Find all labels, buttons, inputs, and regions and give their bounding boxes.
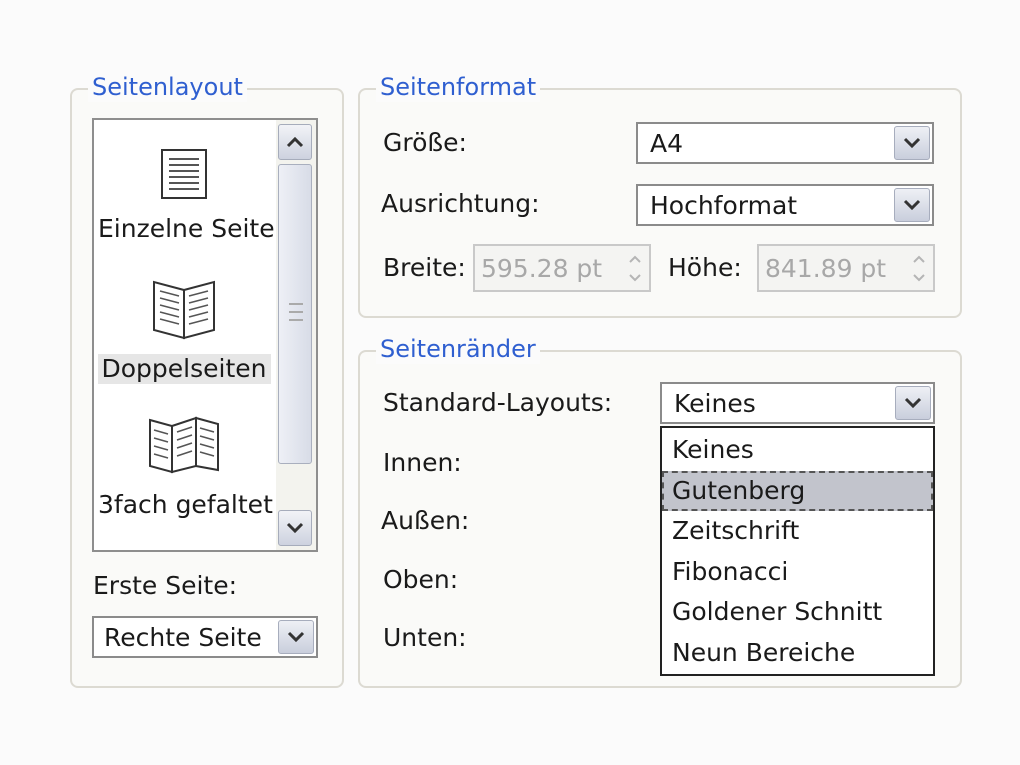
preset-option[interactable]: Zeitschrift xyxy=(662,511,933,551)
orientation-value: Hochformat xyxy=(650,191,798,220)
preset-option[interactable]: Keines xyxy=(662,430,933,470)
first-page-dropdown-button[interactable] xyxy=(278,620,314,654)
spin-down-icon[interactable] xyxy=(913,273,925,282)
orientation-select[interactable]: Hochformat xyxy=(636,184,934,226)
chevron-down-icon xyxy=(286,522,304,534)
inner-margin-label: Innen: xyxy=(383,448,462,477)
spin-up-icon[interactable] xyxy=(913,255,925,263)
chevron-down-icon xyxy=(903,199,921,211)
width-spinbox[interactable]: 595.28 pt xyxy=(473,244,651,292)
spin-up-icon[interactable] xyxy=(629,255,641,263)
layout-item-label: Einzelne Seite xyxy=(98,214,275,243)
page-layout-list[interactable]: Einzelne Seite Doppelseiten 3fach gefalt… xyxy=(92,118,318,552)
chevron-up-icon xyxy=(286,136,304,148)
page-layout-legend: Seitenlayout xyxy=(88,72,247,102)
preset-option-highlighted[interactable]: Gutenberg xyxy=(662,471,933,511)
width-value: 595.28 pt xyxy=(481,254,603,283)
bottom-margin-label: Unten: xyxy=(383,623,467,652)
preset-option[interactable]: Goldener Schnitt xyxy=(662,592,933,632)
chevron-down-icon xyxy=(904,397,922,409)
tri-fold-icon xyxy=(149,416,219,474)
page-format-legend: Seitenformat xyxy=(376,72,541,102)
preset-option[interactable]: Fibonacci xyxy=(662,552,933,592)
preset-select[interactable]: Keines xyxy=(660,382,935,424)
width-label: Breite: xyxy=(383,253,466,282)
chevron-down-icon xyxy=(287,631,305,643)
first-page-label: Erste Seite: xyxy=(93,571,238,600)
double-page-icon xyxy=(153,280,215,340)
height-label: Höhe: xyxy=(668,253,742,282)
margins-legend: Seitenränder xyxy=(376,334,540,364)
layout-item-single[interactable]: Einzelne Seite xyxy=(94,148,275,244)
preset-label: Standard-Layouts: xyxy=(383,388,613,417)
single-page-icon xyxy=(161,149,207,199)
layout-item-double[interactable]: Doppelseiten xyxy=(94,278,274,384)
top-margin-label: Oben: xyxy=(383,565,459,594)
first-page-select[interactable]: Rechte Seite xyxy=(92,616,318,658)
height-value: 841.89 pt xyxy=(765,254,887,283)
scroll-down-button[interactable] xyxy=(278,510,312,546)
first-page-value: Rechte Seite xyxy=(104,623,262,652)
size-label: Größe: xyxy=(383,128,467,157)
layout-list-scrollbar[interactable] xyxy=(276,120,316,550)
scroll-thumb[interactable] xyxy=(278,164,312,464)
chevron-down-icon xyxy=(903,137,921,149)
layout-item-label: 3fach gefaltet xyxy=(98,490,273,519)
orientation-dropdown-button[interactable] xyxy=(894,188,930,222)
orientation-label: Ausrichtung: xyxy=(381,189,540,218)
preset-dropdown-button[interactable] xyxy=(895,386,931,420)
layout-item-label: Doppelseiten xyxy=(97,354,271,384)
grip-icon xyxy=(289,303,303,321)
scroll-up-button[interactable] xyxy=(278,124,312,160)
preset-option[interactable]: Neun Bereiche xyxy=(662,633,933,673)
size-value: A4 xyxy=(650,129,684,158)
preset-dropdown-list: Keines Gutenberg Zeitschrift Fibonacci G… xyxy=(660,426,935,676)
preset-value: Keines xyxy=(674,389,756,418)
layout-item-trifold[interactable]: 3fach gefaltet xyxy=(94,414,274,520)
size-dropdown-button[interactable] xyxy=(894,126,930,160)
size-select[interactable]: A4 xyxy=(636,122,934,164)
spin-down-icon[interactable] xyxy=(629,273,641,282)
outer-margin-label: Außen: xyxy=(381,506,470,535)
height-spinbox[interactable]: 841.89 pt xyxy=(757,244,935,292)
